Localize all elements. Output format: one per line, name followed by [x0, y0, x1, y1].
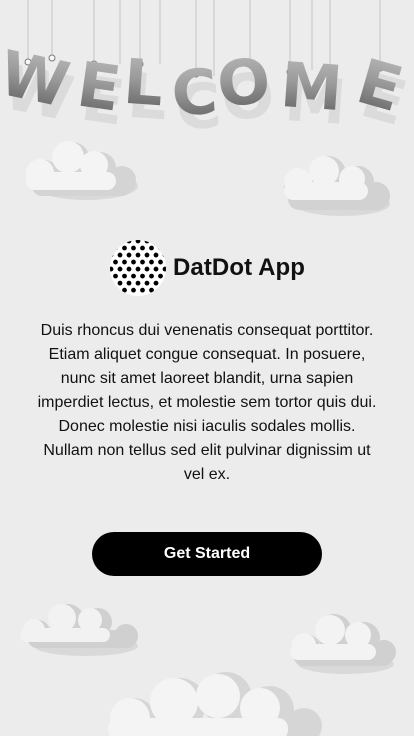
welcome-banner-graphic: WEL CO M E WEL CO M E: [0, 0, 414, 145]
cloud-bottom-center: [108, 672, 322, 736]
banner-letter: M: [278, 48, 345, 125]
cloud-top-left: [26, 141, 138, 200]
banner-letter: O: [214, 44, 274, 122]
welcome-banner: WELCOME WELCOME: [0, 0, 414, 145]
get-started-button[interactable]: Get Started: [92, 532, 322, 576]
cloud-top-right: [284, 156, 390, 216]
app-brand: DatDot App: [0, 239, 414, 297]
cloud-bottom-right: [290, 614, 396, 674]
app-name: DatDot App: [172, 254, 306, 281]
banner-letter: C: [169, 55, 219, 131]
cloud-bottom-left: [20, 604, 138, 656]
welcome-screen: WELCOME WELCOME DatDot App Duis rhoncus …: [0, 0, 414, 736]
banner-letter: L: [121, 45, 166, 121]
app-description: Duis rhoncus dui venenatis consequat por…: [37, 322, 377, 483]
polka-dot-logo-icon: [109, 240, 166, 296]
